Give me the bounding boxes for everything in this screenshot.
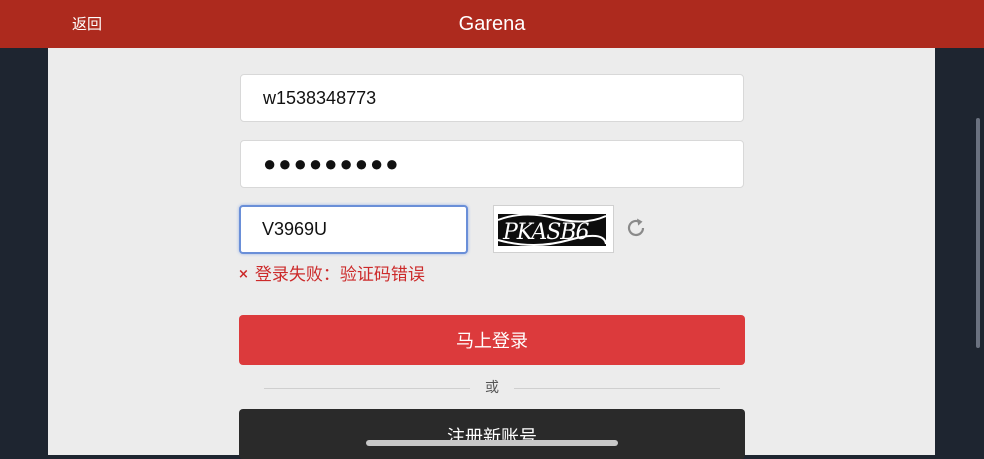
captcha-image[interactable]: PKASB6	[493, 205, 614, 253]
username-field[interactable]: w1538348773	[240, 74, 744, 122]
divider-left	[264, 388, 470, 389]
or-label: 或	[485, 380, 499, 396]
top-header: 返回 Garena	[0, 0, 984, 48]
captcha-image-text: PKASB6	[502, 220, 589, 245]
register-button[interactable]: 注册新账号	[239, 409, 745, 459]
login-button[interactable]: 马上登录	[239, 315, 745, 365]
password-field[interactable]: ●●●●●●●●●	[240, 140, 744, 188]
divider-right	[514, 388, 720, 389]
home-indicator	[366, 440, 618, 446]
scrollbar[interactable]	[976, 118, 980, 348]
error-x-icon: ×	[238, 267, 249, 282]
refresh-icon[interactable]	[624, 216, 648, 240]
error-text: 登录失败：验证码错误	[254, 265, 425, 285]
captcha-input[interactable]: V3969U	[239, 205, 468, 254]
page-title: Garena	[458, 13, 526, 35]
error-message: × 登录失败：验证码错误	[238, 263, 425, 287]
